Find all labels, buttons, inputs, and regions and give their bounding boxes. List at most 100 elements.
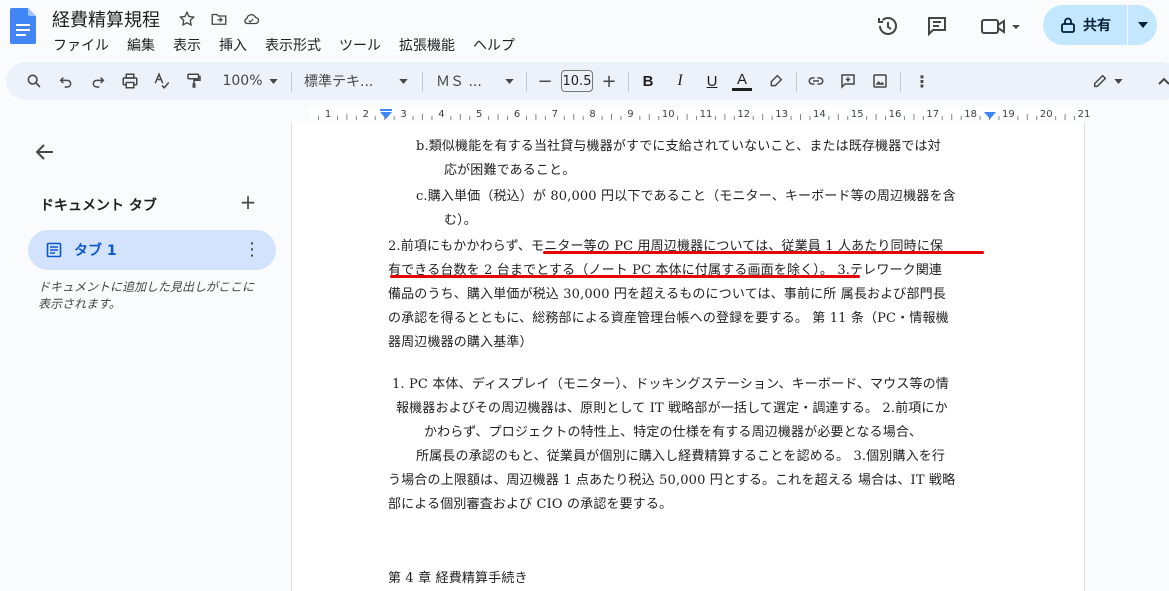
doc-line[interactable]: b.類似機能を有する当社貸与機器がすでに支給されていないこと、または既存機器では… — [416, 135, 941, 154]
style-select[interactable]: 標準テキ... — [304, 68, 408, 94]
ruler-label: 18 — [964, 109, 977, 120]
comments-icon[interactable] — [923, 12, 951, 40]
toolbar-divider — [291, 72, 292, 92]
star-icon[interactable] — [176, 8, 198, 30]
doc-line[interactable]: かわらず、プロジェクトの特性上、特定の仕様を有する周辺機器が必要となる場合、 — [424, 421, 922, 440]
first-line-indent-marker[interactable] — [380, 109, 392, 111]
meet-video-icon[interactable] — [978, 12, 1024, 40]
menu-bar: ファイル 編集 表示 挿入 表示形式 ツール 拡張機能 ヘルプ — [44, 33, 524, 57]
right-indent-marker[interactable] — [984, 112, 996, 119]
undo-icon[interactable] — [54, 68, 78, 94]
share-main[interactable]: 共有 — [1043, 5, 1127, 45]
back-arrow-icon[interactable] — [33, 140, 57, 164]
version-history-icon[interactable] — [874, 12, 902, 40]
increase-font-size-icon[interactable]: + — [600, 68, 618, 94]
doc-line[interactable]: む）。 — [444, 209, 477, 228]
ruler-label: 13 — [775, 109, 788, 120]
chevron-down-icon — [399, 78, 408, 84]
doc-line[interactable]: 報機器およびその周辺機器は、原則として IT 戦略部が一括して選定・調達する。 … — [396, 397, 948, 416]
menu-file[interactable]: ファイル — [44, 33, 118, 57]
doc-line[interactable]: 1. PC 本体、ディスプレイ（モニター）、ドッキングステーション、キーボード、… — [392, 373, 949, 392]
doc-line[interactable]: c.購入単価（税込）が 80,000 円以下であること（モニター、キーボード等の… — [416, 185, 956, 204]
menu-tools[interactable]: ツール — [330, 33, 390, 57]
menu-insert[interactable]: 挿入 — [210, 33, 256, 57]
zoom-value: 100% — [222, 73, 263, 89]
spellcheck-icon[interactable] — [150, 68, 174, 94]
ruler[interactable]: 1 2 3 4 5 6 7 8 9 10 11 12 13 14 15 16 17 18 19 20 21 — [290, 104, 1169, 122]
font-size-field[interactable]: 10.5 — [560, 68, 594, 94]
font-select[interactable]: ＭＳ ... — [436, 68, 514, 94]
doc-line[interactable]: の承認を得るとともに、総務部による資産管理台帳への登録を要する。 第 11 条（… — [388, 307, 949, 326]
editing-mode-select[interactable] — [1086, 68, 1128, 94]
menu-format[interactable]: 表示形式 — [256, 33, 330, 57]
cloud-status-icon[interactable] — [240, 8, 262, 30]
ruler-label: 11 — [700, 109, 713, 120]
ruler-label: 10 — [662, 109, 675, 120]
document-canvas[interactable]: b.類似機能を有する当社貸与機器がすでに支給されていないこと、または既存機器では… — [290, 122, 1169, 591]
document-page[interactable]: b.類似機能を有する当社貸与機器がすでに支給されていないこと、または既存機器では… — [291, 122, 1085, 591]
document-tabs-panel: ドキュメント タブ + タブ 1 ⋮ ドキュメントに追加した見出しがここに表示さ… — [0, 122, 290, 591]
menu-view[interactable]: 表示 — [164, 33, 210, 57]
ruler-label: 21 — [1078, 109, 1091, 120]
left-indent-marker[interactable] — [380, 112, 392, 119]
ruler-label: 3 — [400, 109, 406, 120]
share-button[interactable]: 共有 — [1043, 5, 1157, 45]
doc-line[interactable]: 応が困難であること。 — [444, 159, 575, 178]
ruler-ticks: 1 2 3 4 5 6 7 8 9 10 11 12 13 14 15 16 17 18 19 20 21 — [318, 109, 1091, 120]
bold-icon[interactable]: B — [636, 68, 660, 94]
decrease-font-size-icon[interactable]: − — [536, 68, 554, 94]
ruler-label: 1 — [325, 109, 331, 120]
share-label: 共有 — [1083, 18, 1111, 34]
ruler-label: 17 — [926, 109, 939, 120]
doc-line[interactable]: 部による個別審査および CIO の承認を要する。 — [388, 493, 672, 512]
search-menus-icon[interactable] — [22, 68, 46, 94]
collapse-toolbar-icon[interactable] — [1156, 68, 1169, 94]
chevron-down-icon — [1113, 78, 1123, 84]
underline-icon[interactable]: U — [700, 68, 724, 94]
chevron-down-icon — [1137, 22, 1148, 28]
ruler-label: 19 — [1002, 109, 1015, 120]
insert-image-icon[interactable] — [868, 68, 892, 94]
add-comment-icon[interactable] — [836, 68, 860, 94]
share-dropdown[interactable] — [1128, 5, 1157, 45]
doc-line[interactable]: 器周辺機器の購入基準） — [388, 331, 533, 350]
tab-item-1[interactable]: タブ 1 ⋮ — [28, 230, 276, 270]
toolbar: 100% 標準テキ... ＭＳ ... − 10.5 + B I U A ⋮ — [6, 62, 1169, 100]
docs-logo-icon[interactable] — [10, 8, 36, 44]
add-tab-icon[interactable]: + — [238, 192, 258, 212]
print-icon[interactable] — [118, 68, 142, 94]
more-options-icon[interactable]: ⋮ — [910, 68, 934, 94]
toolbar-divider — [526, 72, 527, 92]
document-title[interactable]: 経費精算規程 — [52, 6, 160, 32]
ruler-label: 7 — [552, 109, 558, 120]
doc-line[interactable]: う場合の上限額は、周辺機器 1 点あたり税込 50,000 円とする。これを超え… — [388, 469, 955, 488]
italic-icon[interactable]: I — [668, 68, 692, 94]
menu-extensions[interactable]: 拡張機能 — [390, 33, 464, 57]
chapter-heading[interactable]: 第 4 章 経費精算手続き — [388, 567, 528, 586]
font-value: ＭＳ ... — [436, 74, 482, 90]
title-bar: 経費精算規程 ファイル 編集 表示 挿入 表示形式 ツール 拡張機能 ヘルプ 共… — [0, 0, 1169, 60]
zoom-select[interactable]: 100% — [218, 68, 282, 94]
menu-edit[interactable]: 編集 — [118, 33, 164, 57]
font-size-value[interactable]: 10.5 — [561, 70, 593, 92]
menu-help[interactable]: ヘルプ — [464, 33, 524, 57]
toolbar-divider — [628, 72, 629, 92]
insert-link-icon[interactable] — [804, 68, 828, 94]
ruler-label: 20 — [1040, 109, 1053, 120]
doc-line[interactable]: 所属長の承認のもと、従業員が個別に購入し経費精算することを認める。 3.個別購入… — [416, 445, 945, 464]
paint-format-icon[interactable] — [182, 68, 206, 94]
doc-line[interactable]: 備品のうち、購入単価が税込 30,000 円を超えるものについては、事前に所 属… — [388, 283, 946, 302]
text-color-icon[interactable]: A — [730, 68, 754, 94]
ruler-label: 15 — [851, 109, 864, 120]
style-value: 標準テキ... — [304, 74, 374, 90]
toolbar-divider — [422, 72, 423, 92]
ruler-label: 4 — [438, 109, 444, 120]
redo-icon[interactable] — [86, 68, 110, 94]
highlight-color-icon[interactable] — [764, 68, 788, 94]
tab-more-icon[interactable]: ⋮ — [242, 240, 262, 260]
move-folder-icon[interactable] — [208, 8, 230, 30]
toolbar-divider — [900, 72, 901, 92]
chevron-down-icon — [505, 78, 514, 84]
red-underline — [390, 275, 860, 278]
ruler-label: 6 — [514, 109, 520, 120]
